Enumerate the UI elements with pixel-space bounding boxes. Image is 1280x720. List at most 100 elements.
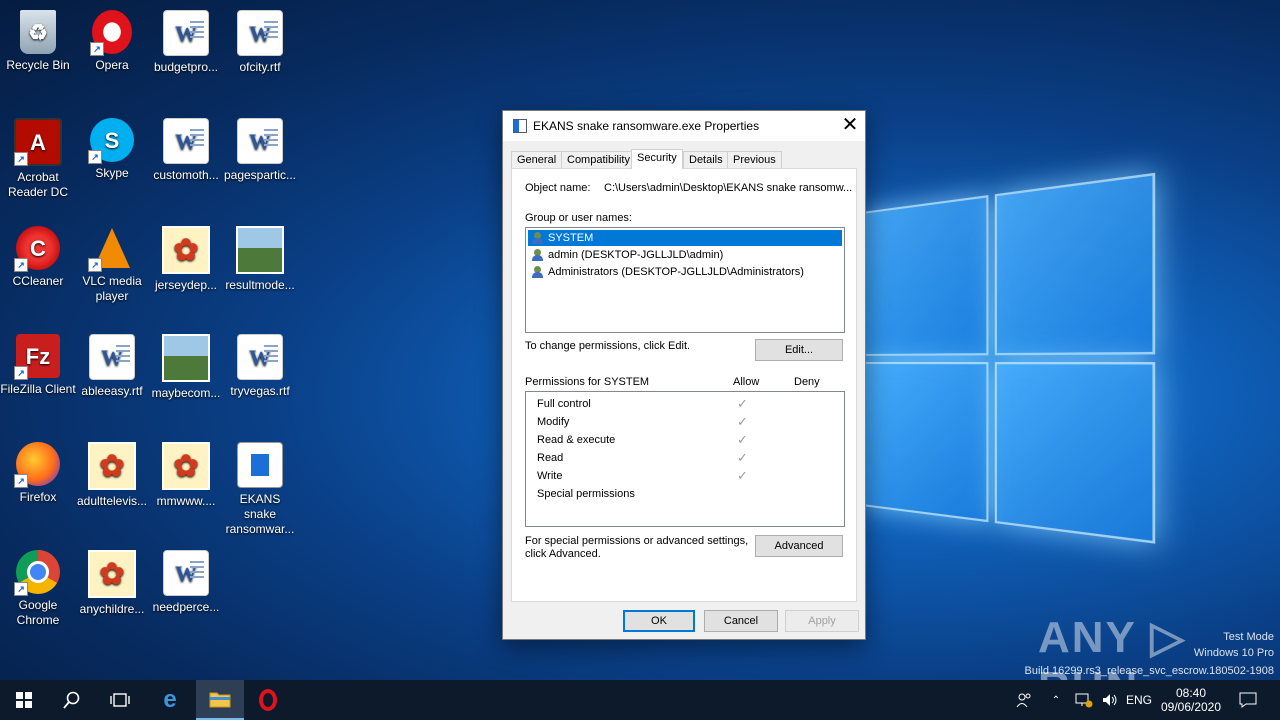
list-item-administrators[interactable]: Administrators (DESKTOP-JGLLJLD\Administ… [528,264,842,280]
desktop-icon-mmwww[interactable]: mmwww.... [148,436,224,509]
taskbar-edge[interactable]: e [146,680,194,720]
image-file-icon [162,226,210,274]
tab-details[interactable]: Details [683,151,729,168]
advanced-button[interactable]: Advanced [755,535,843,557]
desktop-icon-filezilla[interactable]: Fz ↗ FileZilla Client [0,328,76,397]
task-view-icon [110,693,130,707]
permission-full-control: Full control [537,398,591,410]
permission-read-execute: Read & execute [537,434,616,446]
tab-general[interactable]: General [511,151,563,168]
allow-check-modify: ✓ [737,414,748,429]
desktop-icon-ekans[interactable]: EKANS snake ransomwar... [222,436,298,537]
deny-header: Deny [794,376,820,388]
desktop-icon-opera[interactable]: ↗ Opera [74,4,150,73]
acrobat-icon: A ↗ [14,118,62,166]
desktop-icon-firefox[interactable]: ↗ Firefox [0,436,76,505]
desktop-icon-budgetpro[interactable]: W budgetpro... [148,4,224,75]
dialog-titlebar[interactable]: EKANS snake ransomware.exe Properties ✕ [503,111,865,141]
cancel-button[interactable]: Cancel [704,610,778,632]
language-indicator[interactable]: ENG [1124,680,1154,720]
tab-security[interactable]: Security [631,149,683,169]
desktop-icon-pagespartic[interactable]: W pagespartic... [222,112,298,183]
tab-compatibility[interactable]: Compatibility [561,151,636,168]
executable-icon [513,119,527,133]
security-panel: Object name: C:\Users\admin\Desktop\EKAN… [511,168,857,602]
network-glyph [1075,693,1093,708]
opera-icon [259,689,277,711]
user-list[interactable]: SYSTEM admin (DESKTOP-JGLLJLD\admin) Adm… [525,227,845,333]
desktop-icon-customoth[interactable]: W customoth... [148,112,224,183]
change-permissions-text: To change permissions, click Edit. [525,340,691,352]
chrome-icon: ↗ [14,550,60,596]
firefox-icon: ↗ [14,442,60,488]
desktop-icon-vlc[interactable]: ↗ VLC media player [74,220,150,304]
close-icon[interactable]: ✕ [835,111,865,141]
start-button[interactable] [0,680,48,720]
windows-edition-text: Windows 10 Pro [1193,647,1274,659]
search-icon [63,691,80,709]
word-document-icon: W [163,118,209,164]
ok-button[interactable]: OK [623,610,695,632]
windows-icon [16,692,32,708]
desktop-icon-anychildre[interactable]: anychildre... [74,544,150,617]
image-file-icon [162,334,210,382]
group-names-label: Group or user names: [525,212,632,224]
clock-time: 08:40 [1175,686,1207,700]
opera-icon: ↗ [90,10,132,56]
folder-icon [209,692,231,708]
word-document-icon: W [89,334,135,380]
people-icon[interactable] [1010,680,1038,720]
desktop-icon-needperce[interactable]: W needperce... [148,544,224,615]
list-item-admin[interactable]: admin (DESKTOP-JGLLJLD\admin) [528,247,842,263]
edit-button[interactable]: Edit... [755,339,843,361]
volume-icon[interactable] [1098,680,1122,720]
list-item-system[interactable]: SYSTEM [528,230,842,246]
vlc-icon: ↗ [88,226,134,272]
permission-modify: Modify [537,416,570,428]
desktop-icon-ofcity[interactable]: W ofcity.rtf [222,4,298,75]
taskbar-file-explorer[interactable] [196,680,244,720]
allow-check-write: ✓ [737,468,748,483]
permissions-list[interactable]: Full control ✓ Modify ✓ Read & execute ✓… [525,391,845,527]
advanced-text-line2: click Advanced. [525,548,601,560]
word-document-icon: W [163,10,209,56]
desktop-icon-skype[interactable]: S ↗ Skype [74,112,150,181]
desktop-icon-maybecom[interactable]: maybecom... [148,328,224,401]
executable-icon [237,442,283,488]
user-group-icon [531,232,545,244]
recycle-bin-icon: ♻ [20,10,56,54]
clock[interactable]: 08:40 09/06/2020 [1158,680,1224,720]
permission-read: Read [537,452,564,464]
filezilla-icon: Fz ↗ [14,334,60,380]
desktop-icon-ableeasy[interactable]: W ableeasy.rtf [74,328,150,399]
network-icon[interactable] [1072,680,1096,720]
user-icon [531,249,545,261]
desktop-icon-adulttelevis[interactable]: adulttelevis... [74,436,150,509]
notification-icon[interactable] [1232,680,1264,720]
people-glyph [1016,693,1031,708]
taskbar: e ⌃ ENG 08:40 09/06/2020 [0,680,1280,720]
chevron-up-icon[interactable]: ⌃ [1044,680,1068,720]
build-text: Build 16299.rs3_release_svc_escrow.18050… [1024,665,1274,677]
word-document-icon: W [237,10,283,56]
desktop-icon-ccleaner[interactable]: C ↗ CCleaner [0,220,76,289]
allow-check-read-execute: ✓ [737,432,748,447]
tab-previous-versions[interactable]: Previous Versions [727,151,782,182]
desktop-icon-jerseydep[interactable]: jerseydep... [148,220,224,293]
desktop-icon-acrobat[interactable]: A ↗ Acrobat Reader DC [0,112,76,200]
taskbar-opera[interactable] [244,680,292,720]
desktop-icon-resultmode[interactable]: resultmode... [222,220,298,293]
image-file-icon [88,442,136,490]
desktop-icon-chrome[interactable]: ↗ Google Chrome [0,544,76,628]
advanced-text-line1: For special permissions or advanced sett… [525,535,749,547]
task-view-button[interactable] [96,680,144,720]
desktop-icon-recycle-bin[interactable]: ♻ Recycle Bin [0,4,76,73]
word-document-icon: W [163,550,209,596]
search-button[interactable] [48,680,96,720]
allow-check-read: ✓ [737,450,748,465]
apply-button[interactable]: Apply [785,610,859,632]
clock-date: 09/06/2020 [1160,700,1222,714]
notification-glyph [1239,692,1257,708]
object-name-label: Object name: [525,182,591,194]
desktop-icon-tryvegas[interactable]: W tryvegas.rtf [222,328,298,399]
